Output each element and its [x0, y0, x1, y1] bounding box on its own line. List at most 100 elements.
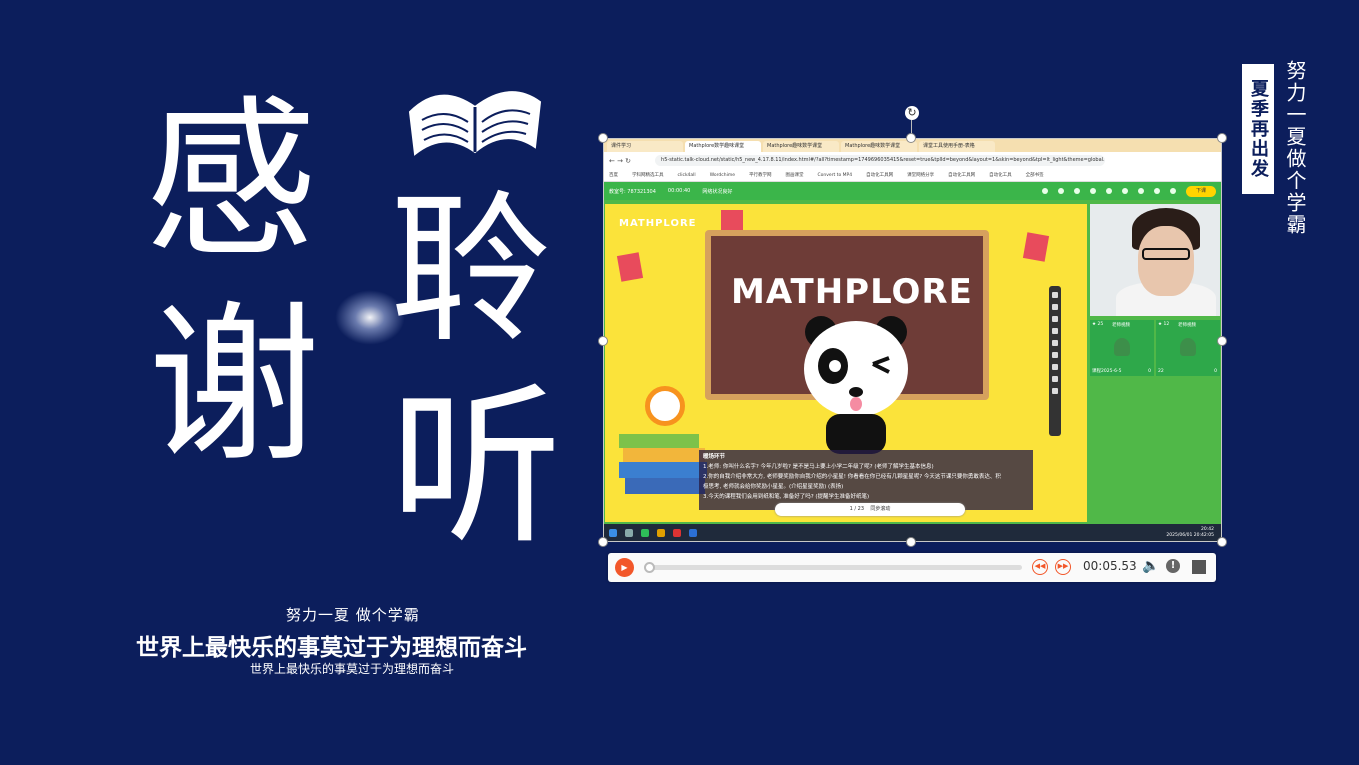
student-stars: ★ 25 [1092, 322, 1104, 327]
progress-knob[interactable] [644, 562, 655, 573]
bookmark[interactable]: 百度 [609, 172, 618, 178]
student-avatar-icon [1114, 338, 1130, 356]
chrome-icon[interactable] [657, 529, 665, 537]
class-timer: 00:00:40 [667, 188, 691, 194]
student-count: 0 [1214, 369, 1217, 374]
notes-line: 1.老师: 你叫什么名字? 今年几岁啦? 是不是马上要上小学二年级了呢? (老师… [703, 464, 934, 470]
pointer-icon[interactable] [1052, 292, 1058, 298]
play-button[interactable]: ▶ [615, 558, 634, 577]
app-icon[interactable] [689, 529, 697, 537]
chat-icon[interactable] [1122, 188, 1128, 194]
volume-icon[interactable]: 🔈 [1142, 558, 1159, 574]
student-avatar-icon [1180, 338, 1196, 356]
notes-line: 3.今天的课程我们会用到纸和笔, 准备好了吗? (提醒学生准备好纸笔) [703, 494, 870, 500]
browser-tab[interactable]: 课堂工具使用手册-表格 [919, 141, 995, 152]
slogan-main: 世界上最快乐的事莫过于为理想而奋斗 [136, 635, 527, 661]
browser-tab[interactable]: Mathplore数学趣味课堂 [685, 141, 761, 152]
resize-handle[interactable] [598, 537, 608, 547]
courseware-slide: MATHPLORE MATHPLORE 暖场环节 1.老师: 你叫什么名字? 今… [605, 204, 1087, 522]
qr-code-icon[interactable] [1192, 560, 1206, 574]
users-icon[interactable] [1074, 188, 1080, 194]
resize-handle[interactable] [1217, 537, 1227, 547]
books-stack-icon [619, 434, 707, 494]
bookmark[interactable]: 全部书签 [1026, 172, 1044, 178]
bookmark[interactable]: 自动化工具 [989, 172, 1012, 178]
end-class-button[interactable]: 下课 [1186, 185, 1216, 197]
back-forward-icon[interactable]: ← → ↻ [609, 157, 631, 165]
title-char-gan: 感 [145, 80, 317, 281]
text-icon[interactable] [1052, 328, 1058, 334]
address-bar: ← → ↻ h5-static.talk-cloud.net/static/h5… [603, 152, 1222, 169]
wps-icon[interactable] [673, 529, 681, 537]
settings-icon[interactable] [1154, 188, 1160, 194]
slogan-sub: 世界上最快乐的事莫过于为理想而奋斗 [250, 662, 455, 676]
embedded-screenshot[interactable]: 课件学习 Mathplore数学趣味课堂 Mathplore趣味数学课堂 Mat… [603, 138, 1222, 542]
rotate-line [911, 120, 912, 134]
page-control[interactable]: 1 / 23 同步滚动 [775, 503, 965, 516]
classroom-content: MATHPLORE MATHPLORE 暖场环节 1.老师: 你叫什么名字? 今… [603, 200, 1222, 524]
info-icon[interactable]: ! [1166, 559, 1180, 573]
browser-tab[interactable]: Mathplore趣味数学课堂 [763, 141, 839, 152]
bookmark[interactable]: click4all [678, 173, 696, 178]
student-tile[interactable]: ★ 12 老师视频 22 0 [1156, 320, 1220, 376]
folder-icon[interactable] [1090, 188, 1096, 194]
grid-icon[interactable] [1138, 188, 1144, 194]
trash-icon[interactable] [1052, 388, 1058, 394]
resize-handle[interactable] [598, 133, 608, 143]
resize-handle[interactable] [1217, 336, 1227, 346]
bookmark[interactable]: 自动化工具网 [866, 172, 893, 178]
resize-handle[interactable] [906, 133, 916, 143]
bookmark[interactable]: 课堂网络分享 [907, 172, 934, 178]
notes-line: 极思考, 老师就会给你奖励小星星。(介绍星星奖励) (表扬) [703, 484, 844, 490]
pen-icon[interactable] [1052, 316, 1058, 322]
mathplore-logo-small: MATHPLORE [619, 218, 697, 229]
system-clock: 20:42 2025/06/01 20:42:05 [1166, 527, 1214, 539]
bookmark[interactable]: 平行教学网 [749, 172, 772, 178]
bookmarks-bar: 百度 学科网精选工具 click4all Wordchime 平行教学网 图画课… [603, 169, 1222, 182]
progress-bar[interactable] [646, 565, 1022, 570]
browser-tab[interactable]: Mathplore趣味数学课堂 [841, 141, 917, 152]
light-glow [335, 290, 405, 345]
summer-badge: 夏季再出发 [1242, 64, 1274, 194]
room-number: 教室号: 787321304 [609, 188, 656, 195]
student-name: 课程2025-6-5 [1092, 369, 1122, 374]
title-char-ting: 听 [390, 367, 562, 568]
browser-tab[interactable]: 课件学习 [607, 141, 683, 152]
resize-handle[interactable] [906, 537, 916, 547]
student-name: 22 [1158, 369, 1164, 374]
camera-icon[interactable] [1042, 188, 1048, 194]
fullscreen-icon[interactable] [1170, 188, 1176, 194]
classroom-toolbar: 教室号: 787321304 00:00:40 网络状况良好 下课 [603, 182, 1222, 200]
bookmark[interactable]: 图画课堂 [785, 172, 803, 178]
student-label: 老师视频 [1178, 323, 1196, 328]
mathplore-logo-big: MATHPLORE [731, 272, 973, 312]
bookmark[interactable]: Convert to MP4 [817, 173, 852, 178]
rotate-handle-icon[interactable]: ↻ [905, 106, 919, 120]
clock-date: 2025/06/01 20:42:05 [1166, 533, 1214, 538]
laser-icon[interactable] [1052, 304, 1058, 310]
bunting-flag [616, 252, 644, 282]
bookmark[interactable]: 学科网精选工具 [632, 172, 664, 178]
student-label: 老师视频 [1112, 323, 1130, 328]
bookmark[interactable]: Wordchime [710, 173, 735, 178]
shape-icon[interactable] [1052, 340, 1058, 346]
notes-line: 暖场环节 [703, 454, 726, 460]
eraser-icon[interactable] [1052, 352, 1058, 358]
search-icon[interactable] [625, 529, 633, 537]
vertical-slogan: 努力一夏做个学霸 [1283, 60, 1307, 236]
undo-icon[interactable] [1052, 364, 1058, 370]
title-char-ling: 聆 [390, 177, 552, 365]
resize-handle[interactable] [598, 336, 608, 346]
start-icon[interactable] [609, 529, 617, 537]
redo-icon[interactable] [1052, 376, 1058, 382]
wechat-icon[interactable] [641, 529, 649, 537]
forward-button[interactable]: ▶▶ [1055, 559, 1071, 575]
resize-handle[interactable] [1217, 133, 1227, 143]
student-tile[interactable]: ★ 25 老师视频 课程2025-6-5 0 [1090, 320, 1154, 376]
mic-icon[interactable] [1058, 188, 1064, 194]
rewind-button[interactable]: ◀◀ [1032, 559, 1048, 575]
url-field[interactable]: h5-static.talk-cloud.net/static/h5_new_4… [655, 155, 1106, 166]
tools-icon[interactable] [1106, 188, 1112, 194]
sync-scroll-toggle[interactable]: 同步滚动 [870, 506, 890, 512]
bookmark[interactable]: 自动化工具网 [948, 172, 975, 178]
